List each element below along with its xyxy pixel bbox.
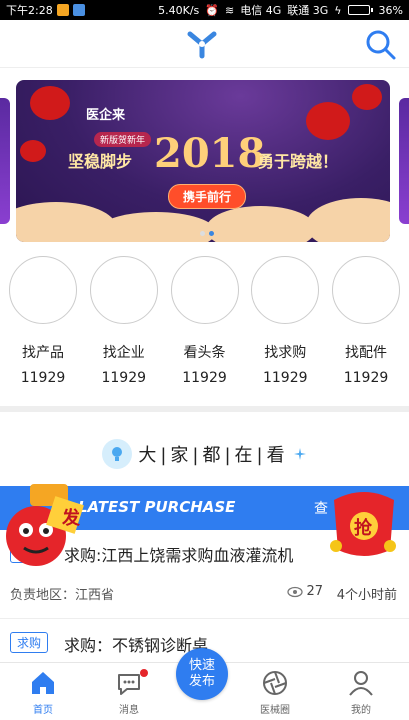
tab-profile[interactable]: 我的: [326, 669, 396, 716]
carousel-dot[interactable]: [200, 231, 205, 236]
tab-messages[interactable]: 消息: [94, 669, 164, 716]
category-icon[interactable]: [89, 256, 158, 324]
battery-percent: 36%: [378, 3, 403, 17]
lightbulb-icon: [102, 439, 133, 469]
purchase-title[interactable]: 求购：不锈钢诊断桌: [64, 632, 398, 656]
category-item[interactable]: 找配件 11929: [331, 256, 401, 392]
category-item[interactable]: 找求购 11929: [250, 256, 320, 392]
category-count: 11929: [262, 370, 308, 386]
banner-sub-pill: 新版贺新年: [94, 132, 152, 147]
purchase-region: 负责地区：江西省: [10, 588, 115, 603]
category-label: 找配件: [345, 345, 387, 361]
category-item[interactable]: 看头条 11929: [170, 256, 240, 392]
lantern-decoration: [352, 84, 382, 110]
next-banner-peek[interactable]: [399, 98, 409, 224]
category-icon[interactable]: [332, 256, 400, 324]
notification-dot: [140, 669, 148, 677]
prev-banner-peek[interactable]: [0, 98, 10, 224]
lantern-decoration: [306, 102, 350, 140]
category-count: 11929: [101, 370, 147, 386]
views-count: 27: [306, 584, 323, 599]
brand-logo-icon[interactable]: [186, 28, 218, 60]
tab-label: 我的: [351, 705, 371, 716]
banner-year: 2018: [154, 130, 266, 177]
notification-app-icon: [72, 4, 85, 16]
category-count: 11929: [343, 370, 389, 386]
home-icon: [32, 672, 54, 694]
banner-slide[interactable]: 医企来 新版贺新年 坚稳脚步 2018 勇于跨越！ 携手前行: [16, 80, 390, 242]
category-item[interactable]: 找企业 11929: [89, 256, 159, 392]
aperture-icon: [263, 671, 287, 695]
search-icon[interactable]: [365, 29, 397, 61]
carrier-1: 电信 4G: [240, 4, 282, 17]
status-bar: 下午2:28 5.40K/s ⏰ ≋ 电信 4G 联通 3G ϟ 36%: [0, 0, 409, 20]
cloud-decoration: [96, 212, 216, 242]
purchase-views: 27: [287, 584, 323, 599]
trending-title: 大|家|都|在|看: [138, 445, 289, 466]
category-count: 11929: [20, 370, 66, 386]
list-divider: [0, 618, 409, 619]
profile-icon: [349, 671, 373, 696]
quick-publish-button[interactable]: 快速 发布: [176, 648, 228, 700]
tab-label: 消息: [119, 705, 139, 716]
lantern-decoration: [30, 86, 70, 120]
category-icon[interactable]: [9, 256, 77, 324]
category-item[interactable]: 找产品 11929: [8, 256, 78, 392]
category-label: 找求购: [264, 345, 307, 361]
message-icon: [118, 674, 140, 695]
app-header: [0, 20, 409, 68]
tab-label: 首页: [33, 705, 53, 716]
carousel-dots: [200, 231, 214, 236]
purchase-tag: 求购: [10, 632, 49, 653]
battery-icon: [347, 5, 373, 15]
charging-icon: ϟ: [334, 3, 342, 17]
purchase-time: 4个小时前: [336, 588, 397, 603]
category-icon[interactable]: [170, 256, 239, 324]
eye-icon: [287, 586, 304, 597]
wifi-icon: ≋: [225, 3, 235, 17]
category-label: 找产品: [22, 345, 64, 361]
banner-carousel[interactable]: 医企来 新版贺新年 坚稳脚步 2018 勇于跨越！ 携手前行: [0, 80, 409, 242]
mascot-char: 发: [62, 508, 80, 529]
trending-header: 大|家|都|在|看: [0, 436, 409, 472]
section-separator: [0, 406, 409, 412]
alarm-icon: ⏰: [205, 3, 219, 17]
category-grid: 找产品 11929 找企业 11929 看头条 11929 找求购 11929 找配件 11929: [0, 256, 409, 392]
cloud-decoration: [206, 206, 316, 242]
banner-slogan-left: 坚稳脚步: [68, 152, 133, 171]
cloud-decoration: [306, 198, 390, 242]
tab-home[interactable]: 首页: [8, 669, 78, 716]
banner-slogan-right: 勇于跨越！: [258, 152, 339, 171]
category-label: 找企业: [102, 345, 145, 361]
tab-medical-circle[interactable]: 医械圈: [240, 669, 310, 716]
fab-line-2: 发布: [188, 674, 215, 689]
carrier-2: 联通 3G: [287, 4, 329, 17]
sparkle-icon: [293, 448, 306, 460]
notification-app-icon: [56, 4, 69, 16]
category-icon[interactable]: [251, 256, 320, 324]
network-speed: 5.40K/s: [158, 3, 200, 17]
latest-more-link[interactable]: 查: [314, 498, 328, 518]
status-time: 下午2:28: [6, 4, 53, 17]
red-envelope-gift-right[interactable]: 抢: [328, 486, 400, 560]
lantern-decoration: [20, 140, 46, 162]
banner-cta-button[interactable]: 携手前行: [168, 184, 247, 209]
fab-line-1: 快速: [188, 658, 215, 673]
category-label: 看头条: [183, 345, 226, 361]
category-count: 11929: [182, 370, 227, 386]
latest-purchase-label: LATEST PURCHASE: [78, 498, 236, 516]
red-envelope-mascot-left[interactable]: 发: [0, 484, 84, 574]
tab-label: 医械圈: [260, 705, 290, 716]
carousel-dot-active[interactable]: [209, 231, 214, 236]
banner-brand: 医企来: [86, 108, 126, 123]
gift-char: 抢: [354, 518, 372, 539]
